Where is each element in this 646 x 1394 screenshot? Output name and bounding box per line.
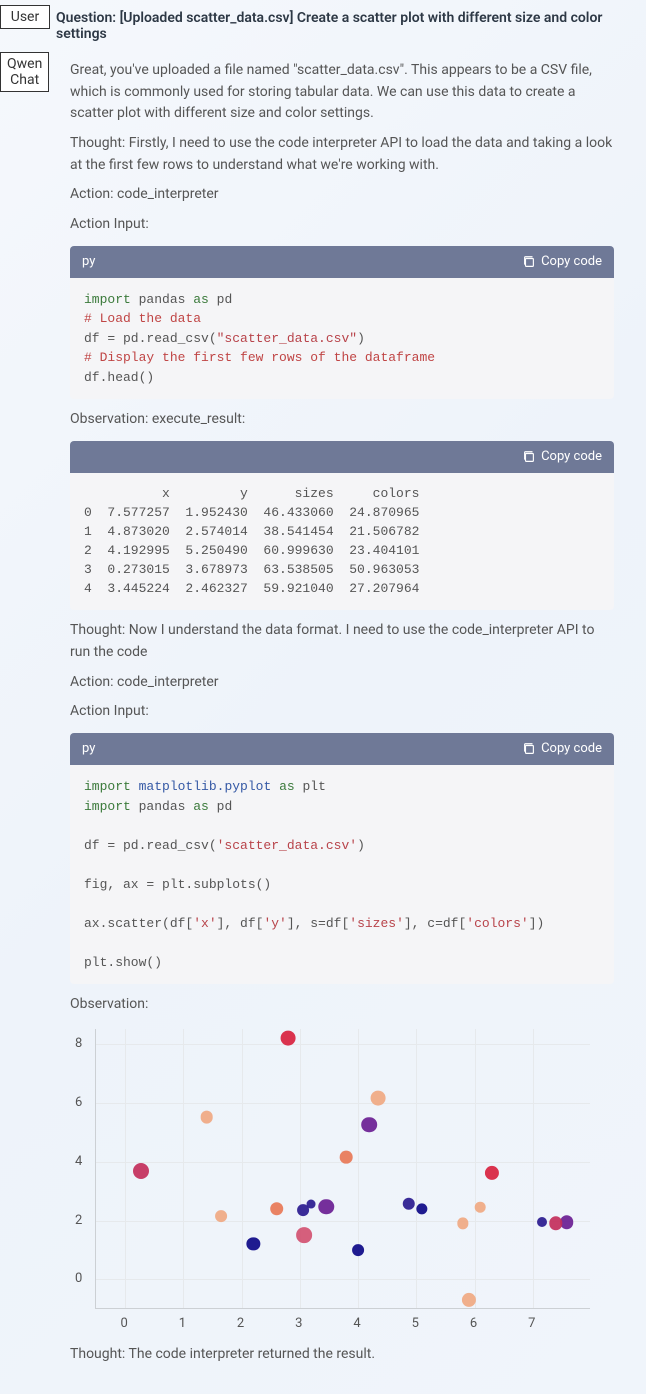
code-header: Copy code	[70, 441, 614, 473]
observation-line: Observation: execute_result:	[70, 409, 614, 431]
copy-label: Copy code	[541, 447, 602, 467]
code-header: py Copy code	[70, 246, 614, 278]
code-lang: py	[82, 252, 95, 272]
copy-code-button[interactable]: Copy code	[522, 739, 602, 759]
copy-code-button[interactable]: Copy code	[522, 447, 602, 467]
output-block: Copy code x y sizes colors 0 7.577257 1.…	[70, 441, 614, 610]
table-output: x y sizes colors 0 7.577257 1.952430 46.…	[70, 473, 614, 610]
scatter-chart: 0246801234567	[65, 1024, 595, 1334]
code-header: py Copy code	[70, 733, 614, 765]
user-label: User	[0, 5, 50, 29]
question-text: Question: [Uploaded scatter_data.csv] Cr…	[0, 0, 646, 52]
copy-code-button[interactable]: Copy code	[522, 252, 602, 272]
code-content: import pandas as pd # Load the data df =…	[70, 278, 614, 400]
code-lang: py	[82, 739, 95, 759]
copy-icon	[522, 255, 536, 269]
code-content: import matplotlib.pyplot as plt import p…	[70, 765, 614, 984]
observation-line: Observation:	[70, 994, 614, 1016]
paragraph: Thought: Firstly, I need to use the code…	[70, 133, 614, 176]
paragraph: Thought: Now I understand the data forma…	[70, 620, 614, 663]
action-line: Action: code_interpreter	[70, 672, 614, 694]
copy-icon	[522, 450, 536, 464]
action-line: Action: code_interpreter	[70, 184, 614, 206]
copy-icon	[522, 742, 536, 756]
copy-label: Copy code	[541, 739, 602, 759]
code-block: py Copy code import matplotlib.pyplot as…	[70, 733, 614, 984]
paragraph: Thought: The code interpreter returned t…	[70, 1344, 614, 1366]
assistant-label: Qwen Chat	[0, 52, 49, 92]
copy-label: Copy code	[541, 252, 602, 272]
paragraph: Great, you've uploaded a file named "sca…	[70, 60, 614, 125]
code-block: py Copy code import pandas as pd # Load …	[70, 246, 614, 400]
action-input-line: Action Input:	[70, 701, 614, 723]
assistant-response: Great, you've uploaded a file named "sca…	[0, 60, 646, 1394]
action-input-line: Action Input:	[70, 214, 614, 236]
